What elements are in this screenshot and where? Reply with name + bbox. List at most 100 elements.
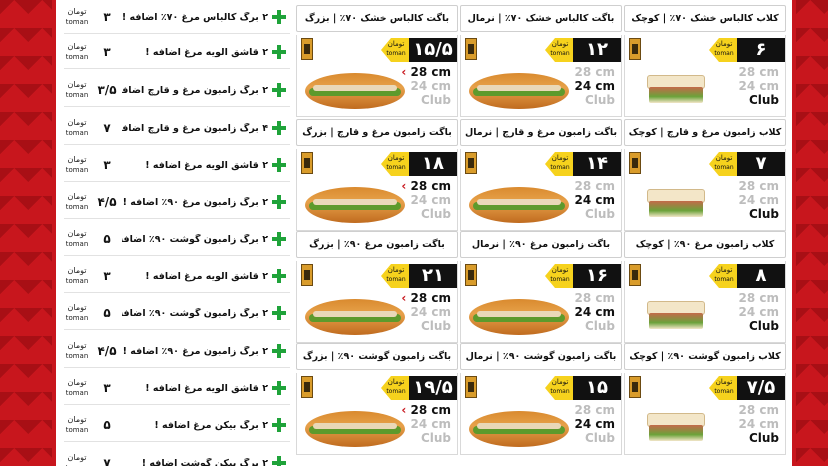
unit-en: toman — [65, 53, 89, 61]
extra-item[interactable]: تومانtoman ۷ ۲ برگ بیکن گوشت اضافه ! — [60, 446, 292, 466]
extra-unit: تومان toman — [62, 378, 92, 398]
extra-item[interactable]: تومان toman ۴/۵ ۲ برگ زامبون مرغ ۹۰٪ اضافه … — [60, 185, 292, 219]
extra-label: ۲ برگ کالباس مرغ ۷۰٪ اضافه ! — [122, 11, 268, 23]
club-card[interactable]: تومان toman ۷ 28 cm 24 cm Club — [624, 149, 786, 231]
extra-price: ۵ — [103, 418, 111, 432]
price-value: ۲۱ — [409, 264, 457, 288]
unit-en: toman — [714, 50, 734, 57]
price-unit: تومان toman — [547, 40, 573, 58]
size-club: Club — [420, 207, 451, 221]
size-options: 28 cm24 cmClub — [739, 291, 780, 333]
plus-icon[interactable] — [272, 418, 286, 432]
baguette-card[interactable]: تومان toman۱۹/۵ 28 cm24 cmClub — [296, 373, 458, 455]
club-card[interactable]: تومان toman ۸ 28 cm 24 cm Club — [624, 261, 786, 343]
size-options: 28 cm24 cmClub — [739, 65, 780, 107]
baguette-card[interactable]: تومان toman۲۱ 28 cm24 cmClub — [296, 261, 458, 343]
unit-fa: تومان — [67, 303, 87, 312]
extra-unit: تومان toman — [62, 192, 92, 212]
package-icon — [301, 376, 313, 398]
extra-item[interactable]: تومان toman ۵ ۲ برگ زامبون گوشت ۹۰٪ اضافه ! — [60, 296, 292, 330]
plus-icon[interactable] — [272, 269, 286, 283]
size-28cm: 28 cm — [401, 403, 452, 417]
plus-icon[interactable] — [272, 306, 286, 320]
baguette-card[interactable]: تومان toman ۱۴ 28 cm 24 cm Club — [460, 149, 622, 231]
price-unit: تومان toman — [383, 266, 409, 284]
plus-icon[interactable] — [272, 158, 286, 172]
extra-item[interactable]: تومان toman ۳ ۲ قاشق الویه مرغ اضافه ! — [60, 148, 292, 182]
plus-icon[interactable] — [272, 45, 286, 59]
extra-price: ۷ — [103, 121, 111, 135]
plus-icon[interactable] — [272, 195, 286, 209]
unit-fa: تومان — [551, 40, 569, 48]
size-24cm: 24 cm — [574, 305, 616, 319]
extra-unit: تومان toman — [62, 42, 92, 62]
size-28cm: 28 cm — [401, 65, 452, 79]
package-icon — [629, 264, 641, 286]
package-icon — [629, 152, 641, 174]
extra-label: ۲ قاشق الویه مرغ اضافه ! — [145, 382, 268, 394]
size-28cm: 28 cm — [738, 65, 780, 79]
plus-icon[interactable] — [272, 83, 286, 97]
extra-item[interactable]: تومان toman ۵ ۲ برگ بیکن مرغ اضافه ! — [60, 408, 292, 442]
size-club: Club — [748, 319, 779, 333]
size-24cm: 24 cm — [738, 305, 780, 319]
sandwich-image — [469, 187, 569, 223]
unit-fa: تومان — [67, 7, 87, 16]
plus-icon[interactable] — [272, 121, 286, 135]
extra-item[interactable]: تومان toman ۴/۵ ۲ برگ زامبون مرغ ۹۰٪ اضافه … — [60, 334, 292, 368]
baguette-card[interactable]: تومان toman ۱۵ 28 cm 24 cm Club — [460, 373, 622, 455]
unit-en: toman — [550, 388, 570, 395]
extra-item[interactable]: تومان toman ۳/۵ ۲ برگ زامبون مرغ و قارچ اضا… — [60, 73, 292, 107]
product-title: باگت زامبون گوشت ۹۰٪ | نرمال — [460, 343, 622, 370]
size-club: Club — [584, 93, 615, 107]
extra-unit: تومان toman — [62, 341, 92, 361]
price-unit: تومان toman — [547, 154, 573, 172]
unit-en: toman — [714, 388, 734, 395]
extra-price: ۵ — [103, 232, 111, 246]
baguette-card[interactable]: تومان toman۱۵/۵ 28 cm24 cmClub — [296, 35, 458, 117]
unit-en: toman — [65, 389, 89, 397]
extra-unit: تومان toman — [62, 155, 92, 175]
plus-icon[interactable] — [272, 10, 286, 24]
package-icon — [465, 376, 477, 398]
plus-icon[interactable] — [272, 381, 286, 395]
plus-icon[interactable] — [272, 456, 286, 466]
product-title: کلاب زامبون گوشت ۹۰٪ | کوچک — [624, 343, 786, 370]
baguette-card[interactable]: تومان toman ۱۲ 28 cm 24 cm Club — [460, 35, 622, 117]
menu-panel: تومان toman ۳ ۲ برگ کالباس مرغ ۷۰٪ اضافه ! ت… — [52, 0, 796, 466]
package-icon — [465, 38, 477, 60]
club-card[interactable]: تومان toman ۶ 28 cm 24 cm Club — [624, 35, 786, 117]
unit-fa: تومان — [387, 378, 405, 386]
size-club: Club — [748, 93, 779, 107]
extra-item[interactable]: تومان toman ۳ ۲ برگ کالباس مرغ ۷۰٪ اضافه ! — [60, 0, 292, 34]
extra-item[interactable]: تومان toman ۳ ۲ قاشق الویه مرغ اضافه ! — [60, 35, 292, 69]
extra-item[interactable]: تومان toman ۳ ۲ قاشق الویه مرغ اضافه ! — [60, 371, 292, 405]
extra-price: ۳/۵ — [97, 83, 117, 97]
extra-label: ۲ قاشق الویه مرغ اضافه ! — [145, 270, 268, 282]
size-options: 28 cm24 cmClub — [401, 179, 452, 221]
extra-item[interactable]: تومان toman ۳ ۲ قاشق الویه مرغ اضافه ! — [60, 259, 292, 293]
product-title: کلاب زامبون مرغ و قارچ | کوچک — [624, 119, 786, 146]
sandwich-image — [469, 299, 569, 335]
price-unit: تومان toman — [711, 266, 737, 284]
unit-fa: تومان — [67, 266, 87, 275]
baguette-card[interactable]: تومان toman۱۸ 28 cm24 cmClub — [296, 149, 458, 231]
package-icon — [465, 264, 477, 286]
club-card[interactable]: تومان toman ۷/۵ 28 cm 24 cm Club — [624, 373, 786, 455]
baguette-card[interactable]: تومان toman ۱۶ 28 cm 24 cm Club — [460, 261, 622, 343]
unit-fa: تومان — [67, 118, 87, 127]
row-divider — [64, 144, 290, 145]
size-options: 28 cm24 cmClub — [739, 403, 780, 445]
unit-fa: تومان — [387, 266, 405, 274]
size-24cm: 24 cm — [410, 79, 452, 93]
extra-item[interactable]: تومان toman ۷ ۴ برگ زامبون مرغ و قارچ اضافه… — [60, 111, 292, 145]
extra-item[interactable]: تومان toman ۵ ۲ برگ زامبون گوشت ۹۰٪ اضافه ! — [60, 222, 292, 256]
plus-icon[interactable] — [272, 232, 286, 246]
price-value: ۱۶ — [573, 264, 621, 288]
row-divider — [64, 106, 290, 107]
extra-label: ۲ برگ زامبون گوشت ۹۰٪ اضافه ! — [122, 307, 268, 319]
unit-fa: تومان — [67, 229, 87, 238]
plus-icon[interactable] — [272, 344, 286, 358]
unit-fa: تومان — [67, 341, 87, 350]
sandwich-image — [647, 413, 705, 443]
